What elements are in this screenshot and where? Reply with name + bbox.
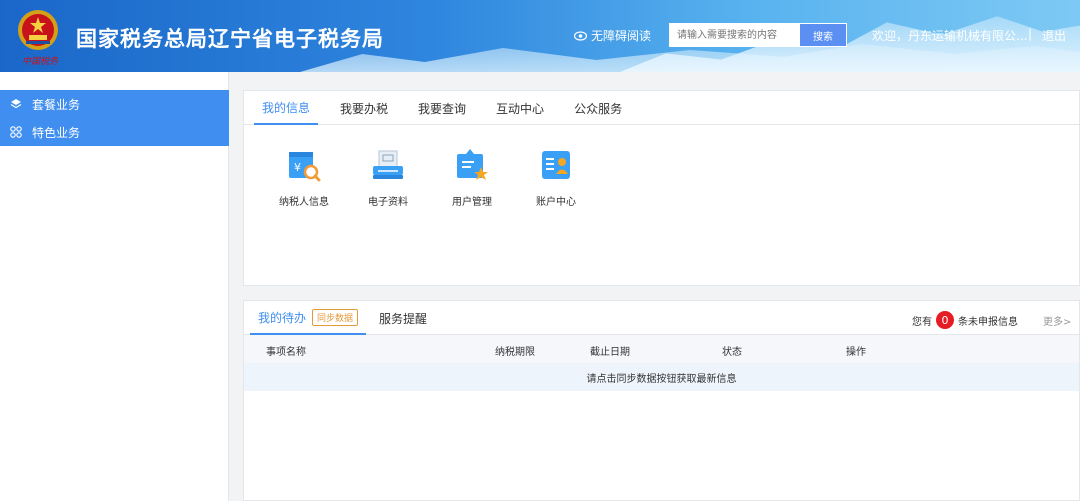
search-input[interactable] [669, 23, 799, 47]
tab-tax-handling[interactable]: 我要办税 [332, 91, 396, 125]
sidebar: 套餐业务 特色业务 [0, 72, 229, 501]
app-label: 账户中心 [536, 197, 576, 208]
main-tabs: 我的信息 我要办税 我要查询 互动中心 公众服务 [244, 91, 1079, 125]
app-label: 用户管理 [452, 197, 492, 208]
svg-text:¥: ¥ [294, 161, 301, 174]
header-separator: | [1028, 27, 1033, 41]
empty-table-message: 请点击同步数据按钮获取最新信息 [244, 363, 1079, 391]
app-user-management[interactable]: 用户管理 [430, 147, 514, 208]
pending-count-badge: 0 [936, 311, 954, 329]
accessible-reading-link[interactable]: 无障碍阅读 [574, 27, 651, 44]
pending-declarations: 您有 0 条未申报信息 [912, 311, 1018, 329]
app-label: 电子资料 [368, 197, 408, 208]
column-deadline: 截止日期 [590, 347, 630, 358]
site-title: 国家税务总局辽宁省电子税务局 [76, 27, 384, 51]
account-center-icon [542, 151, 570, 179]
sidebar-item-featured-business[interactable]: 特色业务 [0, 118, 229, 146]
app-label: 纳税人信息 [279, 197, 329, 208]
app-electronic-data[interactable]: 电子资料 [346, 147, 430, 208]
more-link[interactable]: 更多> [1043, 313, 1071, 328]
tab-my-info[interactable]: 我的信息 [254, 91, 319, 125]
scanner-icon [373, 150, 403, 179]
taxpayer-search-icon: ¥ [289, 152, 321, 182]
todo-header: 我的待办 同步数据 服务提醒 您有 0 条未申报信息 更多> [244, 301, 1079, 335]
sidebar-menu: 套餐业务 特色业务 [0, 90, 229, 146]
pending-prefix: 您有 [912, 316, 932, 328]
column-action: 操作 [846, 347, 866, 358]
sidebar-item-label: 套餐业务 [32, 97, 81, 112]
pending-suffix: 条未申报信息 [958, 316, 1018, 328]
sidebar-item-package-business[interactable]: 套餐业务 [0, 90, 229, 118]
eye-icon [574, 30, 587, 41]
todo-table-header: 事项名称 纳税期限 截止日期 状态 操作 [244, 335, 1079, 363]
tab-public-service[interactable]: 公众服务 [566, 91, 630, 125]
tab-my-todo[interactable]: 我的待办 同步数据 [250, 301, 367, 335]
tab-label: 我的待办 [258, 310, 307, 325]
site-header: 中国税务 国家税务总局辽宁省电子税务局 无障碍阅读 搜索 欢迎，丹东运输机械有限… [0, 0, 1080, 72]
column-item-name: 事项名称 [266, 347, 306, 358]
app-account-center[interactable]: 账户中心 [514, 147, 598, 208]
todo-panel: 我的待办 同步数据 服务提醒 您有 0 条未申报信息 更多> 事项名称 纳税期限… [243, 300, 1080, 501]
my-info-panel: 我的信息 我要办税 我要查询 互动中心 公众服务 ¥ 纳税人信息 电子资料 用户… [243, 90, 1080, 286]
column-tax-period: 纳税期限 [495, 347, 535, 358]
logout-link[interactable]: 退出 [1042, 27, 1066, 44]
user-management-icon [457, 149, 488, 180]
tab-query[interactable]: 我要查询 [410, 91, 474, 125]
accessible-reading-label: 无障碍阅读 [591, 29, 652, 43]
column-status: 状态 [722, 347, 742, 358]
sync-data-button[interactable]: 同步数据 [312, 308, 359, 326]
emblem-caption: 中国税务 [22, 57, 59, 67]
tab-service-reminder[interactable]: 服务提醒 [379, 301, 427, 335]
tab-interaction-center[interactable]: 互动中心 [488, 91, 552, 125]
search-button[interactable]: 搜索 [799, 23, 847, 47]
app-taxpayer-info[interactable]: ¥ 纳税人信息 [262, 147, 346, 208]
welcome-user-link[interactable]: 欢迎，丹东运输机械有限公... [872, 27, 1027, 44]
sidebar-item-label: 特色业务 [32, 125, 81, 140]
app-shortcuts: ¥ 纳税人信息 电子资料 用户管理 账户中心 [244, 125, 1079, 208]
grid-icon [10, 126, 22, 138]
tax-emblem-icon [18, 10, 58, 50]
layers-icon [10, 99, 22, 109]
